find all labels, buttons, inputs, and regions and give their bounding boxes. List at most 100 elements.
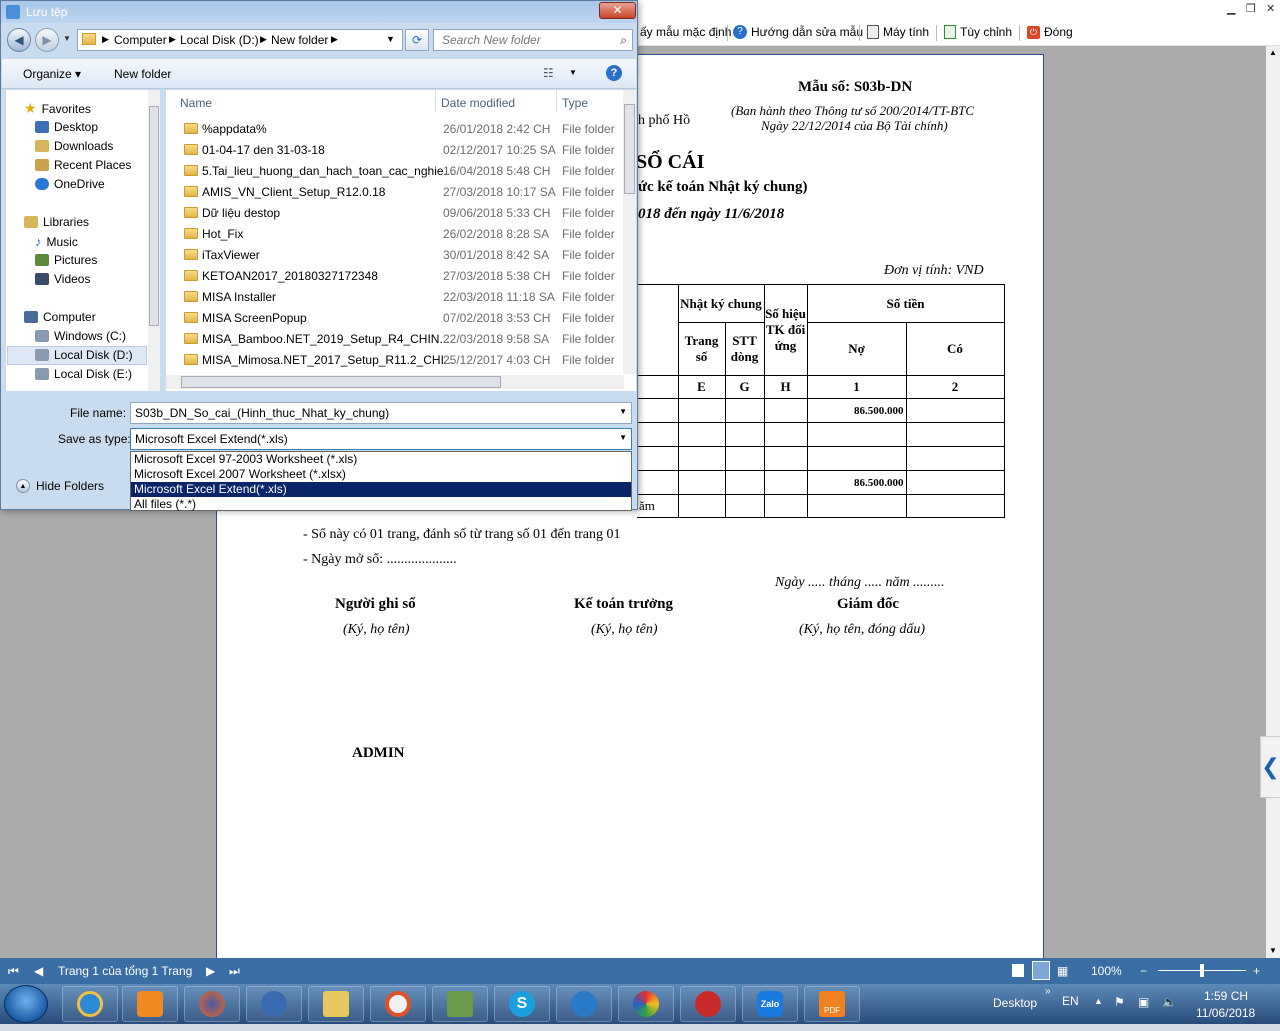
file-row[interactable]: MISA_Bamboo.NET_2019_Setup_R4_CHIN... 22/… — [166, 329, 624, 350]
desktop-toolbar-label[interactable]: Desktop — [993, 996, 1037, 1010]
nav-videos[interactable]: Videos — [35, 272, 90, 286]
refresh-icon[interactable]: ⟳ — [405, 29, 429, 51]
file-row[interactable]: MISA_Mimosa.NET_2017_Setup_R11.2_CHI... 2… — [166, 350, 624, 371]
tray-expand-icon[interactable]: ▲ — [1094, 996, 1103, 1006]
next-page-icon[interactable]: ▶ — [206, 964, 215, 978]
help-icon[interactable]: ? — [606, 65, 622, 81]
breadcrumb-new-folder[interactable]: New folder — [271, 33, 328, 47]
close-button[interactable]: ✕ — [1266, 2, 1275, 15]
nav-local-e[interactable]: Local Disk (E:) — [35, 367, 132, 381]
clock-time[interactable]: 1:59 CH — [1204, 989, 1248, 1003]
nav-scroll-thumb[interactable] — [149, 106, 159, 326]
type-option-xls97[interactable]: Microsoft Excel 97-2003 Worksheet (*.xls… — [131, 452, 631, 467]
volume-icon[interactable]: 🔈 — [1162, 995, 1177, 1009]
organize-button[interactable]: Organize ▾ — [23, 67, 81, 81]
forward-arrow-icon[interactable]: ▶ — [35, 28, 59, 52]
collapse-panel-tab[interactable]: ❮ — [1260, 736, 1280, 798]
type-option-extend-selected[interactable]: Microsoft Excel Extend(*.xls) — [131, 482, 631, 497]
chevron-down-icon[interactable]: ▼ — [619, 433, 627, 442]
taskbar-firefox[interactable] — [184, 986, 240, 1022]
first-page-icon[interactable]: ⏮ — [8, 964, 19, 979]
nav-desktop[interactable]: Desktop — [35, 120, 98, 134]
taskbar-explorer[interactable] — [308, 986, 364, 1022]
taskbar-picasa[interactable] — [618, 986, 674, 1022]
calculator-button[interactable]: Máy tính — [867, 25, 929, 39]
new-folder-button[interactable]: New folder — [114, 67, 171, 81]
file-row[interactable]: 5.Tai_lieu_huong_dan_hach_toan_cac_nghie… — [166, 161, 624, 182]
dialog-close-button[interactable]: ✕ — [599, 2, 636, 19]
language-indicator[interactable]: EN — [1062, 994, 1079, 1008]
hide-folders-button[interactable]: ▲ Hide Folders — [16, 479, 104, 493]
taskbar-skype[interactable]: S — [494, 986, 550, 1022]
nav-pictures[interactable]: Pictures — [35, 253, 97, 267]
file-list-vscroll[interactable] — [623, 90, 636, 374]
nav-downloads[interactable]: Downloads — [35, 139, 113, 153]
prev-page-icon[interactable]: ◀ — [34, 964, 43, 978]
nav-scrollbar[interactable] — [148, 90, 160, 391]
address-bar[interactable]: ▶ Computer ▶ Local Disk (D:) ▶ New folde… — [77, 29, 403, 51]
chevron-down-icon[interactable]: ▼ — [619, 407, 627, 416]
nav-windows-c[interactable]: Windows (C:) — [35, 329, 126, 343]
continuous-view-icon[interactable] — [1032, 961, 1050, 980]
file-name-input[interactable]: S03b_DN_So_cai_(Hinh_thuc_Nhat_ky_chung)… — [130, 402, 632, 424]
breadcrumb-computer[interactable]: Computer — [114, 33, 167, 47]
column-name[interactable]: Name — [180, 96, 212, 110]
nav-local-d[interactable]: Local Disk (D:) — [35, 348, 133, 362]
scroll-down-arrow-icon[interactable]: ▼ — [1266, 944, 1280, 958]
nav-recent-places[interactable]: Recent Places — [35, 158, 131, 172]
taskbar-remote[interactable] — [556, 986, 612, 1022]
restore-button[interactable]: ❐ — [1246, 2, 1256, 15]
multi-page-view-icon[interactable]: ▦ — [1057, 964, 1068, 978]
action-center-icon[interactable]: ⚑ — [1114, 995, 1125, 1009]
file-row[interactable]: iTaxViewer 30/01/2018 8:42 SA File folder — [166, 245, 624, 266]
view-dropdown-icon[interactable]: ▼ — [569, 68, 577, 77]
nav-computer[interactable]: Computer — [24, 310, 96, 324]
edit-guide-button[interactable]: ? Hướng dẫn sửa mẫu — [733, 25, 863, 39]
file-row[interactable]: %appdata% 26/01/2018 2:42 CH File folder — [166, 119, 624, 140]
file-row[interactable]: Dữ liệu destop 09/06/2018 5:33 CH File fol… — [166, 203, 624, 224]
file-list-hscroll[interactable] — [166, 375, 624, 389]
file-row[interactable]: 01-04-17 den 31-03-18 02/12/2017 10:25 SA… — [166, 140, 624, 161]
taskbar-media[interactable] — [122, 986, 178, 1022]
file-row[interactable]: AMIS_VN_Client_Setup_R12.0.18 27/03/2018 … — [166, 182, 624, 203]
back-arrow-icon[interactable]: ◀ — [7, 28, 31, 52]
zoom-out-icon[interactable]: − — [1140, 964, 1147, 978]
view-options-icon[interactable]: ☷ — [543, 66, 554, 80]
type-option-all-files[interactable]: All files (*.*) — [131, 497, 631, 512]
column-date[interactable]: Date modified — [441, 96, 515, 110]
file-scroll-thumb[interactable] — [624, 104, 635, 194]
start-button[interactable] — [4, 985, 48, 1023]
nav-favorites[interactable]: ★ Favorites — [24, 100, 91, 117]
address-dropdown-icon[interactable]: ▼ — [386, 34, 395, 44]
taskbar-thunderbird[interactable] — [246, 986, 302, 1022]
file-row[interactable]: KETOAN2017_20180327172348 27/03/2018 5:38… — [166, 266, 624, 287]
minimize-button[interactable]: ▁ — [1227, 2, 1235, 15]
single-page-view-icon[interactable] — [1012, 964, 1024, 977]
taskbar-foxit[interactable]: PDF — [804, 986, 860, 1022]
history-dropdown-icon[interactable]: ▼ — [63, 34, 71, 43]
taskbar-vpn[interactable] — [680, 986, 736, 1022]
file-row[interactable]: Hot_Fix 26/02/2018 8:28 SA File folder — [166, 224, 624, 245]
hscroll-thumb[interactable] — [181, 376, 501, 388]
close-report-button[interactable]: ⏻ Đóng — [1027, 25, 1073, 39]
file-row[interactable]: MISA Installer 22/03/2018 11:18 SA File fo… — [166, 287, 624, 308]
breadcrumb-local-disk[interactable]: Local Disk (D:) — [180, 33, 259, 47]
zoom-in-icon[interactable]: + — [1253, 964, 1260, 978]
network-icon[interactable]: ▣ — [1138, 995, 1149, 1009]
save-type-select[interactable]: Microsoft Excel Extend(*.xls) ▼ — [130, 428, 632, 450]
taskbar-ie[interactable] — [62, 986, 118, 1022]
customize-button[interactable]: Tùy chỉnh — [944, 25, 1012, 39]
column-type[interactable]: Type — [562, 96, 588, 110]
scroll-up-arrow-icon[interactable]: ▲ — [1266, 46, 1280, 60]
clock-date[interactable]: 11/06/2018 — [1196, 1006, 1255, 1020]
default-template-button[interactable]: ấy mẫu mặc định — [640, 25, 731, 39]
taskbar-ring-app[interactable] — [370, 986, 426, 1022]
taskbar-misa[interactable] — [432, 986, 488, 1022]
taskbar-zalo[interactable]: Zalo — [742, 986, 798, 1022]
nav-libraries[interactable]: Libraries — [24, 215, 89, 229]
last-page-icon[interactable]: ⏭ — [229, 964, 240, 979]
zoom-slider-thumb[interactable] — [1200, 964, 1204, 977]
nav-music[interactable]: ♪ Music — [35, 234, 78, 249]
file-row[interactable]: MISA ScreenPopup 07/02/2018 3:53 CH File f… — [166, 308, 624, 329]
toolbar-expand-icon[interactable]: » — [1045, 986, 1051, 997]
